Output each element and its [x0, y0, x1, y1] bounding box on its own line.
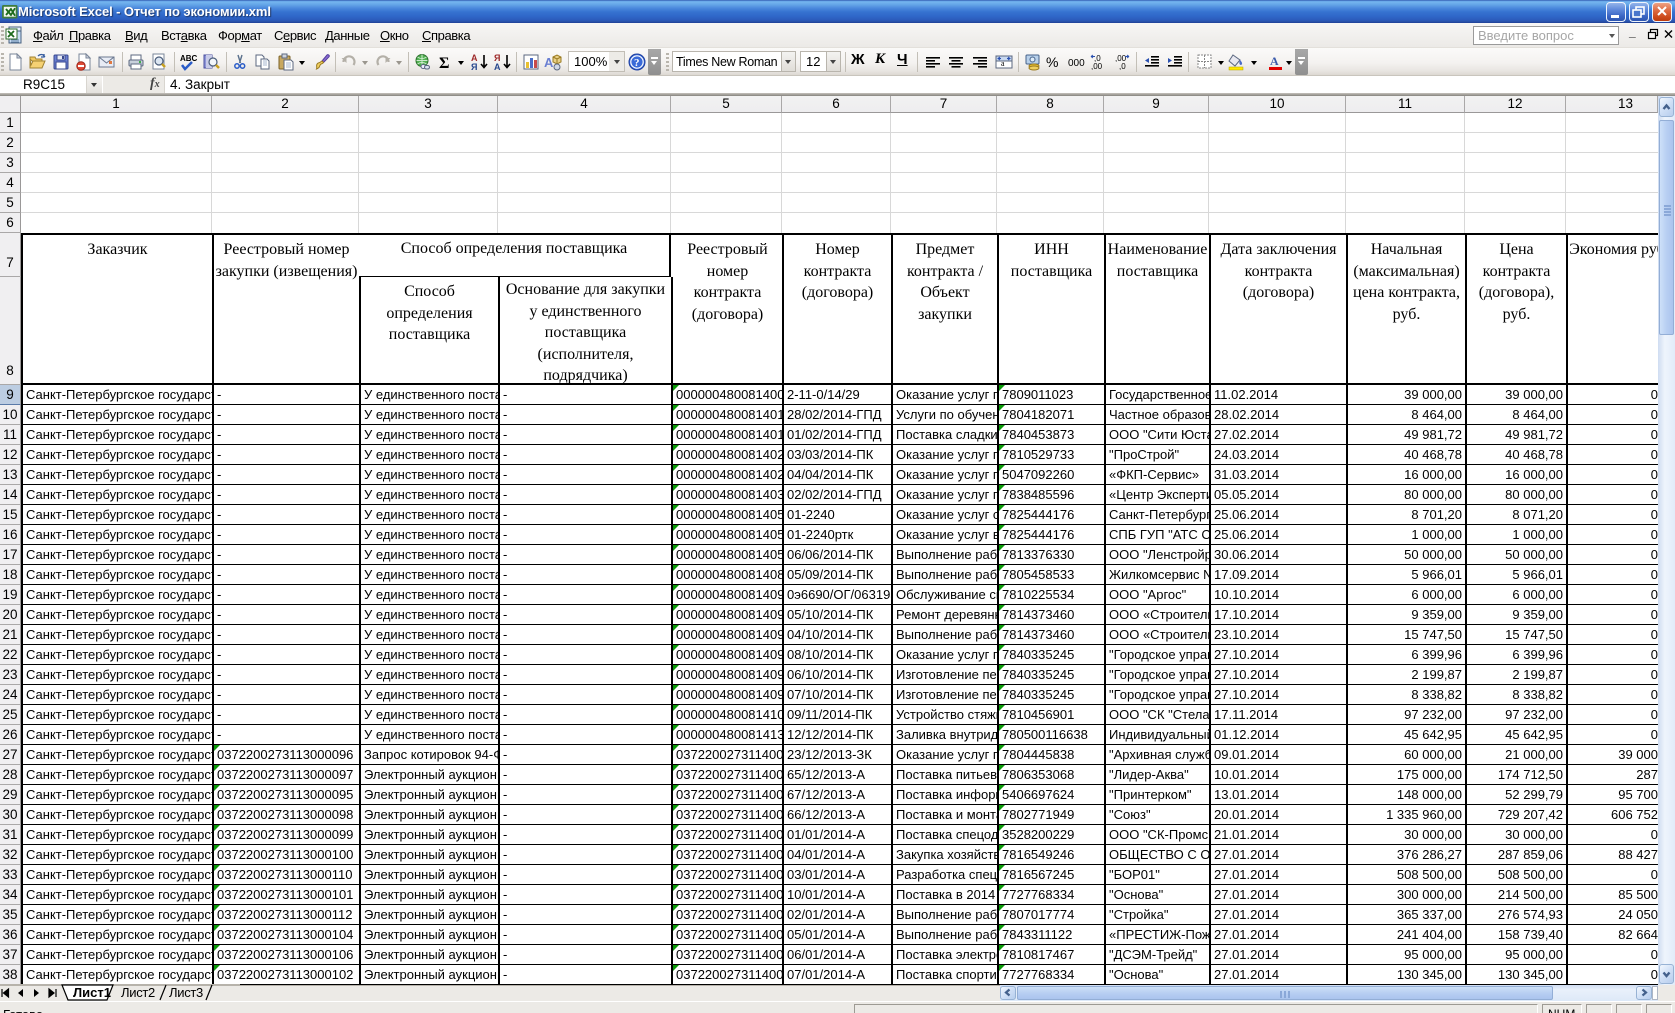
svg-text:Я: Я: [471, 62, 477, 71]
svg-text:Σ: Σ: [439, 55, 449, 71]
svg-text:ABC: ABC: [180, 54, 197, 63]
svg-text:A: A: [1270, 54, 1279, 68]
svg-text:Лист1: Лист1: [73, 985, 111, 1000]
svg-text:?: ?: [634, 57, 640, 69]
svg-text:Лист2: Лист2: [121, 985, 155, 1000]
svg-text:А: А: [494, 62, 501, 71]
svg-text:,00: ,00: [1091, 62, 1103, 71]
svg-text:a: a: [1001, 59, 1005, 68]
svg-text:,0: ,0: [1119, 62, 1126, 71]
svg-text:000: 000: [1068, 58, 1085, 69]
svg-text:Лист3: Лист3: [169, 985, 203, 1000]
svg-text:%: %: [1046, 54, 1058, 70]
